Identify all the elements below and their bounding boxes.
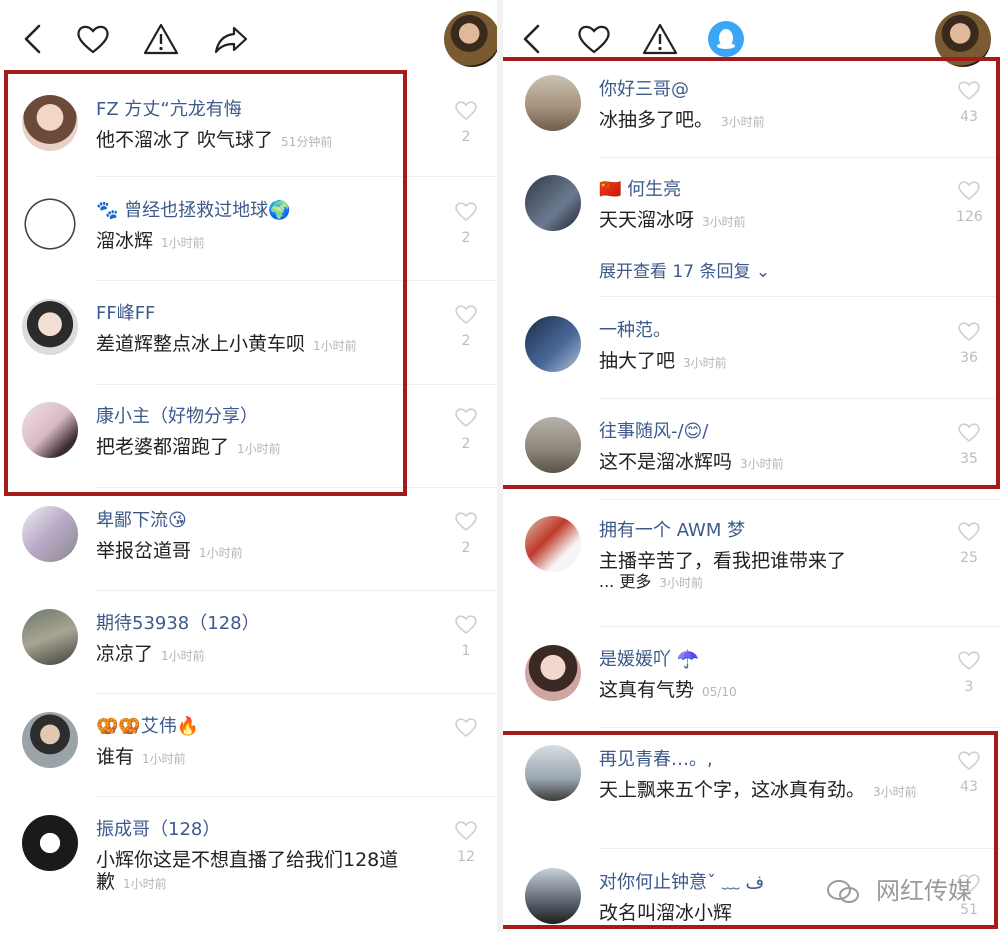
- comment-text-continued[interactable]: ... 更多: [599, 572, 651, 591]
- comment-text-line: 举报岔道哥 1小时前: [96, 536, 243, 563]
- back-icon[interactable]: [513, 20, 551, 58]
- like-button[interactable]: [453, 716, 479, 746]
- like-button[interactable]: 3: [956, 649, 982, 695]
- qq-share-icon[interactable]: [707, 20, 745, 58]
- watermark: 网红传媒: [826, 871, 972, 906]
- like-count: 2: [461, 129, 471, 145]
- heart-outline-icon: [454, 305, 478, 329]
- commenter-name[interactable]: 拥有一个 AWM 梦: [599, 516, 745, 542]
- like-count: 2: [461, 540, 471, 556]
- like-button[interactable]: 2: [453, 303, 479, 349]
- comment-divider: [96, 590, 497, 591]
- comment-text-continued[interactable]: 歉: [96, 871, 115, 893]
- left-top-bar: [0, 0, 497, 76]
- comment-time: 05/10: [702, 685, 737, 699]
- like-button[interactable]: 1: [453, 613, 479, 659]
- wechat-logo-icon: [827, 880, 860, 903]
- heart-outline-icon: [454, 202, 478, 226]
- comment-text-line: 凉凉了 1小时前: [96, 639, 205, 666]
- highlight-box-right-top: [503, 57, 1000, 489]
- comment-divider: [96, 693, 497, 694]
- commenter-name[interactable]: 🥨🥨艾伟🔥: [96, 712, 199, 738]
- comment-divider: [96, 796, 497, 797]
- warning-icon[interactable]: [641, 20, 679, 58]
- heart-outline-icon: [454, 821, 478, 845]
- watermark-text: 网红传媒: [876, 877, 972, 905]
- like-button[interactable]: 2: [453, 99, 479, 145]
- left-screenshot-panel: FZ 方丈“亢龙有悔 他不溜冰了 吹气球了 51分钟前 2 🐾 曾经也拯救过地球🌍 溜冰辉…: [0, 0, 497, 932]
- comment-text-continued-line: ... 更多 3小时前: [599, 568, 703, 592]
- user-avatar[interactable]: [444, 11, 497, 67]
- comment-divider: [599, 499, 1000, 500]
- commenter-avatar[interactable]: [22, 712, 78, 768]
- comment-time: 1小时前: [123, 877, 167, 891]
- like-count: 2: [461, 230, 471, 246]
- comment-text-line: 这真有气势 05/10: [599, 675, 737, 702]
- commenter-avatar[interactable]: [22, 815, 78, 871]
- share-icon[interactable]: [212, 20, 250, 58]
- like-button[interactable]: 2: [453, 406, 479, 452]
- commenter-name[interactable]: 振成哥（128）: [96, 815, 220, 841]
- commenter-name[interactable]: 卑鄙下流😘: [96, 506, 187, 532]
- comment-text: 这真有气势: [599, 679, 695, 701]
- comment-text: 谁有: [96, 746, 135, 768]
- comment-time: 3小时前: [659, 576, 703, 590]
- comment-divider: [599, 727, 1000, 728]
- like-count: 3: [964, 679, 974, 695]
- heart-outline-icon: [957, 651, 981, 675]
- commenter-avatar[interactable]: [525, 516, 581, 572]
- like-count: 2: [461, 436, 471, 452]
- comment-divider: [599, 626, 1000, 627]
- heart-outline-icon: [454, 512, 478, 536]
- commenter-avatar[interactable]: [22, 609, 78, 665]
- comment-text-continued-line: 歉 1小时前: [96, 867, 167, 894]
- comment-time: 1小时前: [199, 546, 243, 560]
- heart-outline-icon: [454, 408, 478, 432]
- commenter-name[interactable]: 是媛媛吖 ☂️: [599, 645, 699, 671]
- like-count: 25: [960, 550, 978, 566]
- heart-outline-icon: [454, 615, 478, 639]
- commenter-name[interactable]: 期待53938（128）: [96, 609, 260, 635]
- like-button[interactable]: 2: [453, 510, 479, 556]
- comment-text: 举报岔道哥: [96, 540, 192, 562]
- comment-text-line: 谁有 1小时前: [96, 742, 186, 769]
- heart-outline-icon: [454, 101, 478, 125]
- back-icon[interactable]: [14, 20, 52, 58]
- highlight-box-left: [4, 70, 407, 496]
- warning-icon[interactable]: [142, 20, 180, 58]
- like-count: 2: [461, 333, 471, 349]
- like-button[interactable]: 2: [453, 200, 479, 246]
- like-count: 12: [457, 849, 475, 865]
- heart-icon[interactable]: [575, 20, 613, 58]
- like-button[interactable]: 25: [956, 520, 982, 566]
- commenter-avatar[interactable]: [22, 506, 78, 562]
- heart-outline-icon: [957, 522, 981, 546]
- comment-time: 1小时前: [142, 752, 186, 766]
- like-button[interactable]: 12: [453, 819, 479, 865]
- right-screenshot-panel: 你好三哥@ 冰抽多了吧。 3小时前 43 🇨🇳 何生亮 天天溜冰呀 3小时前 126 一种范。抽…: [503, 0, 1000, 932]
- commenter-avatar[interactable]: [525, 645, 581, 701]
- like-count: 1: [461, 643, 471, 659]
- heart-outline-icon: [454, 718, 478, 742]
- comment-time: 1小时前: [161, 649, 205, 663]
- comment-text: 凉凉了: [96, 643, 154, 665]
- heart-icon[interactable]: [74, 20, 112, 58]
